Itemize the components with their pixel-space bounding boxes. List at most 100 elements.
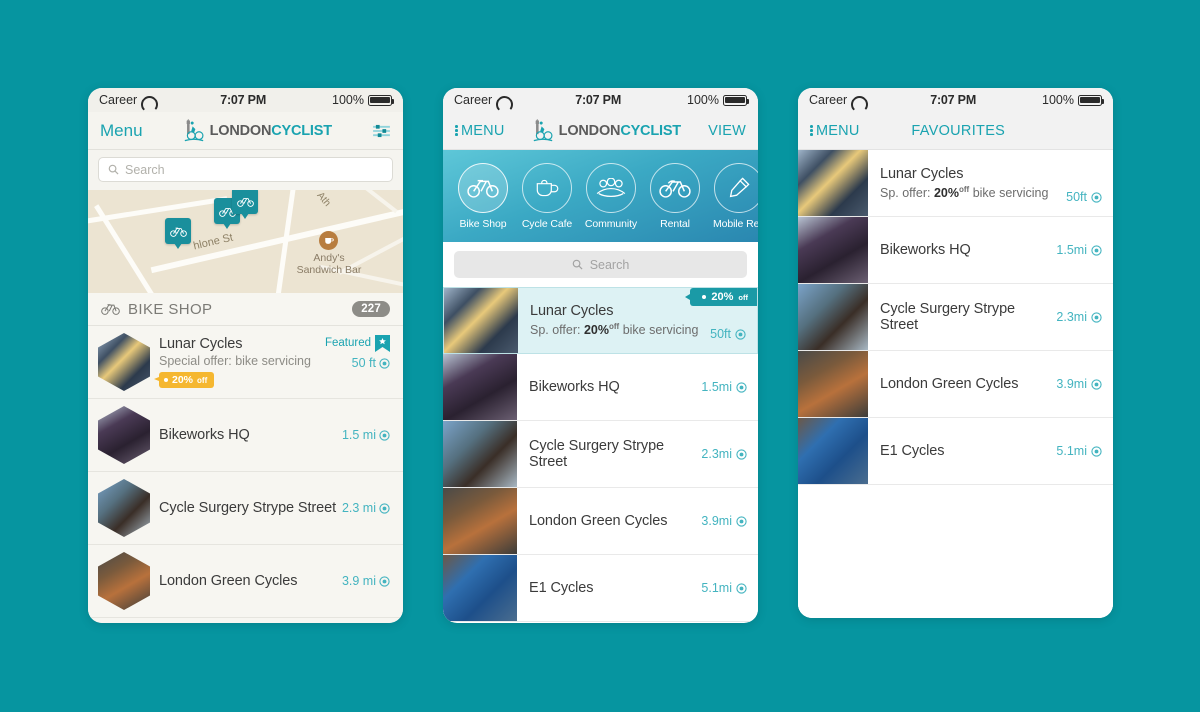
search-input[interactable]: Search [98, 157, 393, 182]
menu-button[interactable]: Menu [100, 121, 143, 141]
big-ben-cyclist-logo-icon [533, 118, 553, 141]
list-item-distance: 50ft [710, 327, 731, 341]
list-item-meta: 1.5mi [701, 380, 747, 394]
brand-logo: LONDONCYCLIST [505, 118, 709, 143]
category-community[interactable]: Community [579, 162, 643, 230]
view-button[interactable]: VIEW [708, 123, 746, 139]
list-item[interactable]: Lunar Cycles Special offer: bike servici… [88, 326, 403, 399]
list-item-thumbnail [443, 421, 517, 487]
category-label: Cycle Cafe [521, 217, 573, 230]
list-item-distance-wrap: 3.9 mi [342, 574, 390, 588]
category-icon-circle [714, 162, 758, 213]
battery-percent-label: 100% [1042, 93, 1074, 107]
bike-pin-icon[interactable] [232, 190, 258, 219]
bike-pin-icon[interactable] [165, 218, 191, 249]
view-label: VIEW [708, 122, 746, 139]
kebab-menu-icon [810, 123, 813, 137]
list-item[interactable]: London Green Cycles 3.9mi [443, 488, 758, 555]
list-item-thumbnail [798, 284, 868, 350]
map-road [324, 190, 398, 214]
status-bar: Career 7:07 PM 100% [443, 88, 758, 112]
discount-amount: 20% [711, 291, 734, 303]
list-item[interactable]: E1 Cycles 5.1mi [443, 555, 758, 622]
category-icon-circle [650, 162, 700, 213]
location-pin-icon[interactable] [1091, 378, 1102, 390]
list-item[interactable]: London Green Cycles 3.9 mi [88, 545, 403, 618]
brand-name-part2: CYCLIST [620, 122, 681, 139]
location-pin-icon[interactable] [735, 328, 746, 340]
category-strip[interactable]: Bike Shop Cycle Cafe Community Rental Mo… [443, 150, 758, 242]
battery-percent-label: 100% [332, 93, 364, 107]
list-item-meta: 2.3mi [701, 447, 747, 461]
list-item-text: Cycle Surgery Strype Street [159, 500, 342, 516]
bike-shop-list: Lunar Cycles Special offer: bike servici… [88, 326, 403, 623]
category-mobile-rep[interactable]: Mobile Rep [707, 162, 758, 230]
bicycle-icon [101, 304, 120, 315]
list-item-subtitle: Sp. offer: 20%off bike servicing [880, 185, 1066, 200]
category-rental[interactable]: Rental [643, 162, 707, 230]
subtitle-sup: off [959, 184, 970, 194]
search-placeholder: Search [589, 257, 630, 272]
section-header-bike-shop: BIKE SHOP 227 [88, 293, 403, 326]
featured-label: Featured [324, 337, 371, 349]
list-item[interactable]: Bikeworks HQ 1.5 mi [88, 399, 403, 472]
poi-line-1: Andy's [313, 252, 345, 264]
list-item-text: Bikeworks HQ [517, 379, 701, 395]
list-item-text: E1 Cycles [868, 443, 1056, 459]
list-item[interactable]: Bikeworks HQ 1.5mi [443, 354, 758, 421]
list-item-name: E1 Cycles [880, 443, 945, 459]
section-title: BIKE SHOP [128, 300, 213, 318]
location-pin-icon[interactable] [379, 502, 390, 514]
list-item[interactable]: E1 Cycles 5.1mi [798, 418, 1113, 485]
clock-label: 7:07 PM [575, 93, 622, 107]
location-pin-icon[interactable] [1091, 191, 1102, 203]
location-pin-icon[interactable] [1091, 445, 1102, 457]
location-pin-icon[interactable] [379, 357, 390, 369]
list-item[interactable]: Cycle Surgery Strype Street 2.3 mi [88, 472, 403, 545]
nav-bar: MENU FAVOURITES [798, 112, 1113, 150]
search-input[interactable]: Search [454, 251, 747, 278]
wifi-icon [141, 95, 154, 105]
list-item-text: Bikeworks HQ [868, 242, 1056, 258]
list-item-thumbnail [98, 552, 150, 610]
offer-dot-icon [164, 378, 168, 382]
location-pin-icon[interactable] [379, 429, 390, 441]
list-item-distance-wrap: 2.3 mi [342, 501, 390, 515]
list-item[interactable]: Cycle Surgery Strype Street 2.3mi [798, 284, 1113, 351]
location-pin-icon[interactable] [1091, 244, 1102, 256]
list-item-name: Cycle Surgery Strype Street [880, 301, 1015, 333]
category-cycle-cafe[interactable]: Cycle Cafe [515, 162, 579, 230]
list-item[interactable]: Cycle Surgery Strype Street 2.3mi [443, 421, 758, 488]
list-item-featured[interactable]: Lunar Cycles Sp. offer: 20%off bike serv… [443, 287, 758, 354]
location-pin-icon[interactable] [379, 575, 390, 587]
location-pin-icon[interactable] [736, 448, 747, 460]
subtitle-prefix: Sp. offer: [530, 323, 584, 338]
list-item-name: Bikeworks HQ [880, 242, 971, 258]
list-item[interactable]: Bikeworks HQ 1.5mi [798, 217, 1113, 284]
page-title-wrap: FAVOURITES [860, 123, 1058, 139]
menu-button[interactable]: MENU [810, 123, 860, 139]
location-pin-icon[interactable] [736, 515, 747, 527]
list-item-distance: 3.9mi [701, 514, 732, 528]
map-view[interactable]: hlone St Ath Andy's Sandwich Bar [88, 190, 403, 293]
category-bike-shop[interactable]: Bike Shop [451, 162, 515, 230]
status-bar: Career 7:07 PM 100% [88, 88, 403, 112]
subtitle-suffix: bike servicing [969, 186, 1049, 201]
list-item-distance: 3.9mi [1056, 377, 1087, 391]
list-item-distance: 1.5mi [701, 380, 732, 394]
list-item[interactable]: Lunar Cycles Sp. offer: 20%off bike serv… [798, 150, 1113, 217]
list-item-distance: 5.1mi [1056, 444, 1087, 458]
brand-logo: LONDONCYCLIST [143, 118, 372, 143]
coffee-cup-icon[interactable] [319, 231, 338, 250]
location-pin-icon[interactable] [736, 582, 747, 594]
menu-button[interactable]: MENU [455, 123, 505, 139]
list-item-text: Cycle Surgery Strype Street [517, 438, 701, 470]
list-item-name: Bikeworks HQ [159, 427, 250, 443]
list-item[interactable]: E1 Cycles 5.1 mi [88, 618, 403, 623]
filter-sliders-icon[interactable] [372, 124, 391, 138]
location-pin-icon[interactable] [1091, 311, 1102, 323]
list-item[interactable]: London Green Cycles 3.9mi [798, 351, 1113, 418]
category-icon-circle [522, 162, 572, 213]
location-pin-icon[interactable] [736, 381, 747, 393]
list-item-meta: 50ft [710, 327, 746, 353]
